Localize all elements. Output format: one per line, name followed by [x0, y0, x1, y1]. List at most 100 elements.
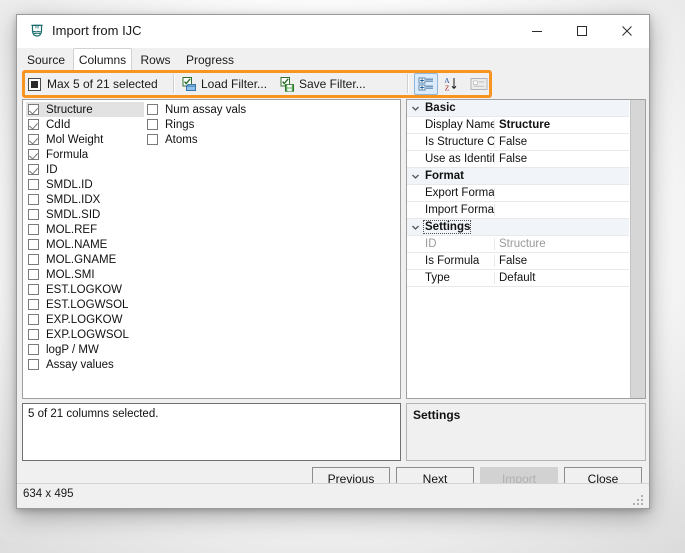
- column-list-item[interactable]: MOL.SMI: [26, 267, 144, 282]
- property-value[interactable]: False: [495, 153, 629, 165]
- property-sheet[interactable]: BasicDisplay NameStructureIs Structure C…: [406, 99, 646, 399]
- checkbox-icon[interactable]: [28, 344, 39, 355]
- property-group-header[interactable]: Basic: [407, 100, 629, 117]
- column-list-item[interactable]: EST.LOGKOW: [26, 282, 144, 297]
- column-list-item[interactable]: Formula: [26, 147, 144, 162]
- property-value[interactable]: Structure: [495, 238, 629, 250]
- toolbar-separator-1: [173, 74, 175, 93]
- column-list-item[interactable]: MOL.NAME: [26, 237, 144, 252]
- column-list-item-label: Structure: [44, 104, 95, 116]
- column-list-item[interactable]: MOL.GNAME: [26, 252, 144, 267]
- sort-alpha-icon: A Z: [443, 76, 459, 92]
- checkbox-icon[interactable]: [28, 194, 39, 205]
- chevron-down-icon[interactable]: [407, 172, 424, 181]
- checkbox-icon[interactable]: [28, 209, 39, 220]
- checkbox-icon[interactable]: [28, 239, 39, 250]
- column-list-item[interactable]: EXP.LOGKOW: [26, 312, 144, 327]
- property-row[interactable]: Display NameStructure: [407, 117, 629, 134]
- checkbox-icon[interactable]: [28, 104, 39, 115]
- column-list-item[interactable]: ID: [26, 162, 144, 177]
- property-row[interactable]: Use as IdentifierFalse: [407, 151, 629, 168]
- column-list-item-label: Formula: [44, 149, 90, 161]
- close-window-button[interactable]: [604, 15, 649, 46]
- column-list-item-label: EST.LOGWSOL: [44, 299, 130, 311]
- tab-source[interactable]: Source: [20, 50, 72, 70]
- tab-rows[interactable]: Rows: [133, 50, 178, 70]
- property-value[interactable]: False: [495, 136, 629, 148]
- settings-info-title: Settings: [407, 404, 645, 426]
- column-list-item[interactable]: Assay values: [26, 357, 144, 372]
- show-description-button[interactable]: [467, 73, 491, 95]
- checkbox-icon[interactable]: [28, 254, 39, 265]
- select-all-label: Max 5 of 21 selected: [47, 77, 158, 91]
- load-filter-button[interactable]: Load Filter...: [182, 75, 267, 93]
- checkbox-icon[interactable]: [28, 119, 39, 130]
- checkbox-icon[interactable]: [28, 359, 39, 370]
- column-list-item-label: MOL.REF: [44, 224, 99, 236]
- minimize-icon: [531, 25, 543, 37]
- checkbox-icon[interactable]: [28, 269, 39, 280]
- column-list-item[interactable]: SMDL.ID: [26, 177, 144, 192]
- checkbox-icon[interactable]: [28, 164, 39, 175]
- column-list-item-label: CdId: [44, 119, 72, 131]
- sort-alpha-button[interactable]: A Z: [439, 73, 463, 95]
- chevron-down-icon[interactable]: [407, 104, 424, 113]
- checkbox-icon[interactable]: [147, 119, 158, 130]
- checkbox-icon[interactable]: [28, 314, 39, 325]
- checkbox-icon[interactable]: [147, 104, 158, 115]
- tab-progress[interactable]: Progress: [179, 50, 241, 70]
- property-value[interactable]: Default: [495, 272, 629, 284]
- property-group-header[interactable]: Settings: [407, 219, 629, 236]
- resize-grip-icon[interactable]: [633, 493, 645, 505]
- property-row[interactable]: IDStructure: [407, 236, 629, 253]
- property-group-label: Format: [424, 170, 464, 182]
- property-scrollbar[interactable]: [630, 100, 645, 398]
- property-value[interactable]: False: [495, 255, 629, 267]
- description-icon: [470, 77, 488, 91]
- property-group-header[interactable]: Format: [407, 168, 629, 185]
- select-all-checkbox[interactable]: Max 5 of 21 selected: [28, 75, 158, 93]
- maximize-button[interactable]: [559, 15, 604, 46]
- columns-list[interactable]: StructureCdIdMol WeightFormulaIDSMDL.IDS…: [22, 99, 401, 399]
- chevron-down-icon[interactable]: [407, 223, 424, 232]
- svg-text:Z: Z: [445, 84, 450, 93]
- checkbox-icon[interactable]: [147, 134, 158, 145]
- checkbox-icon[interactable]: [28, 134, 39, 145]
- checkbox-icon[interactable]: [28, 329, 39, 340]
- column-list-item[interactable]: MOL.REF: [26, 222, 144, 237]
- property-row[interactable]: Is Structure ColuFalse: [407, 134, 629, 151]
- save-filter-button[interactable]: Save Filter...: [280, 75, 366, 93]
- column-list-item[interactable]: EXP.LOGWSOL: [26, 327, 144, 342]
- expand-all-icon: [418, 76, 434, 92]
- column-list-item-label: Rings: [163, 119, 196, 131]
- property-row[interactable]: Is FormulaFalse: [407, 253, 629, 270]
- column-list-item[interactable]: SMDL.SID: [26, 207, 144, 222]
- column-list-item[interactable]: logP / MW: [26, 342, 144, 357]
- title-bar[interactable]: W Import from IJC: [17, 15, 649, 48]
- column-list-item[interactable]: EST.LOGWSOL: [26, 297, 144, 312]
- column-list-item[interactable]: Rings: [145, 117, 265, 132]
- checkbox-icon[interactable]: [28, 284, 39, 295]
- property-row[interactable]: Export Format: [407, 185, 629, 202]
- checkbox-icon[interactable]: [28, 179, 39, 190]
- status-bar: 634 x 495: [17, 483, 649, 508]
- checkbox-icon[interactable]: [28, 224, 39, 235]
- property-row[interactable]: TypeDefault: [407, 270, 629, 287]
- minimize-button[interactable]: [514, 15, 559, 46]
- svg-text:W: W: [35, 24, 40, 30]
- column-list-item-label: logP / MW: [44, 344, 101, 356]
- column-list-item[interactable]: CdId: [26, 117, 144, 132]
- column-list-item[interactable]: SMDL.IDX: [26, 192, 144, 207]
- column-list-item[interactable]: Atoms: [145, 132, 265, 147]
- property-value[interactable]: Structure: [495, 119, 629, 131]
- columns-list-column-2: Num assay vals RingsAtoms: [145, 102, 265, 147]
- column-list-item-label: SMDL.ID: [44, 179, 95, 191]
- column-list-item[interactable]: Num assay vals: [145, 102, 265, 117]
- checkbox-icon[interactable]: [28, 299, 39, 310]
- checkbox-icon[interactable]: [28, 149, 39, 160]
- expand-all-button[interactable]: [414, 73, 438, 95]
- tab-columns[interactable]: Columns: [73, 48, 132, 70]
- column-list-item[interactable]: Structure: [26, 102, 144, 117]
- property-row[interactable]: Import Format: [407, 202, 629, 219]
- column-list-item[interactable]: Mol Weight: [26, 132, 144, 147]
